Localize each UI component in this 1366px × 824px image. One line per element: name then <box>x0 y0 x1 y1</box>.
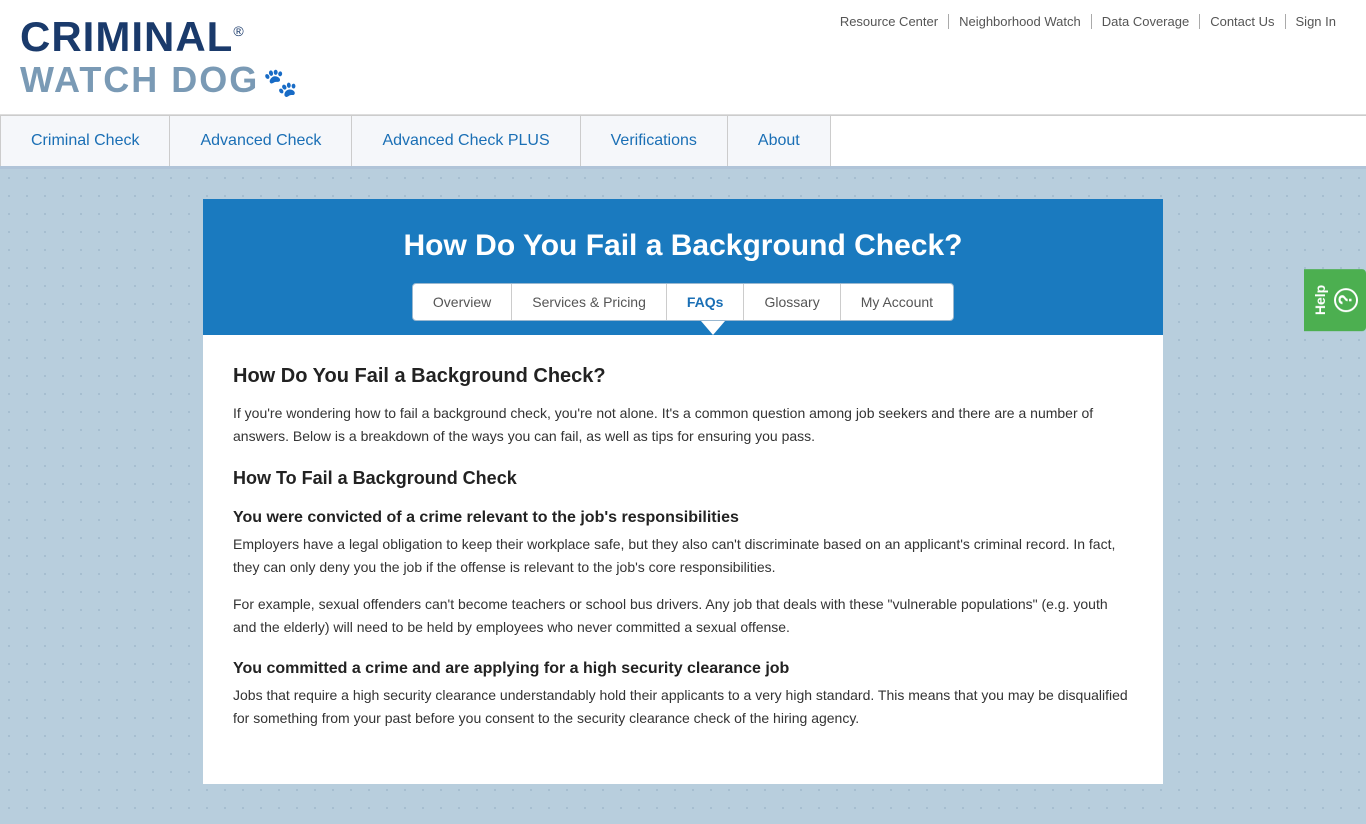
sub-nav-glossary[interactable]: Glossary <box>744 284 840 320</box>
page-background: How Do You Fail a Background Check? Over… <box>0 169 1366 824</box>
article-point-1-heading: You were convicted of a crime relevant t… <box>233 509 1133 527</box>
article-main-heading: How Do You Fail a Background Check? <box>233 365 1133 388</box>
logo-watchdog: WATCH DOG🐾 <box>20 60 300 100</box>
article-point-1-body2: For example, sexual offenders can't beco… <box>233 593 1133 639</box>
banner-title: How Do You Fail a Background Check? <box>223 229 1143 263</box>
article-section-heading: How To Fail a Background Check <box>233 468 1133 489</box>
logo-area: CRIMINAL® WATCH DOG🐾 <box>20 14 300 100</box>
blue-banner: How Do You Fail a Background Check? Over… <box>203 199 1163 321</box>
sub-nav-services-pricing[interactable]: Services & Pricing <box>512 284 667 320</box>
article-point-2-body1: Jobs that require a high security cleara… <box>233 684 1133 730</box>
logo: CRIMINAL® WATCH DOG🐾 <box>20 14 300 100</box>
top-nav-resource-center[interactable]: Resource Center <box>830 14 949 29</box>
sub-nav-my-account[interactable]: My Account <box>841 284 953 320</box>
logo-criminal-text: CRIMINAL <box>20 13 233 60</box>
top-nav-neighborhood-watch[interactable]: Neighborhood Watch <box>949 14 1092 29</box>
logo-watchdog-text: WATCH DOG <box>20 59 259 100</box>
content-wrapper: How Do You Fail a Background Check? Over… <box>203 199 1163 784</box>
top-nav-sign-in[interactable]: Sign In <box>1286 14 1346 29</box>
nav-advanced-check[interactable]: Advanced Check <box>170 116 352 166</box>
help-label: Help <box>1312 285 1328 315</box>
article-point-1-body1: Employers have a legal obligation to kee… <box>233 533 1133 579</box>
article-point-2-heading: You committed a crime and are applying f… <box>233 660 1133 678</box>
banner-bottom <box>203 321 1163 335</box>
main-nav: Criminal Check Advanced Check Advanced C… <box>0 115 1366 169</box>
nav-criminal-check[interactable]: Criminal Check <box>0 116 170 166</box>
logo-criminal: CRIMINAL® <box>20 14 300 60</box>
logo-trademark: ® <box>233 23 244 39</box>
nav-verifications[interactable]: Verifications <box>581 116 728 166</box>
sub-nav: Overview Services & Pricing FAQs Glossar… <box>412 283 954 321</box>
sub-nav-faqs[interactable]: FAQs <box>667 284 745 320</box>
help-icon: ? <box>1334 288 1358 312</box>
top-nav-contact-us[interactable]: Contact Us <box>1200 14 1285 29</box>
paw-icon: 🐾 <box>263 67 300 98</box>
top-nav-data-coverage[interactable]: Data Coverage <box>1092 14 1200 29</box>
top-bar: CRIMINAL® WATCH DOG🐾 Resource Center Nei… <box>0 0 1366 115</box>
article-content: How Do You Fail a Background Check? If y… <box>203 335 1163 784</box>
help-button[interactable]: Help ? <box>1304 269 1366 331</box>
nav-about[interactable]: About <box>728 116 831 166</box>
sub-nav-overview[interactable]: Overview <box>413 284 512 320</box>
article-intro: If you're wondering how to fail a backgr… <box>233 402 1133 448</box>
top-nav: Resource Center Neighborhood Watch Data … <box>830 0 1346 29</box>
nav-advanced-check-plus[interactable]: Advanced Check PLUS <box>352 116 580 166</box>
